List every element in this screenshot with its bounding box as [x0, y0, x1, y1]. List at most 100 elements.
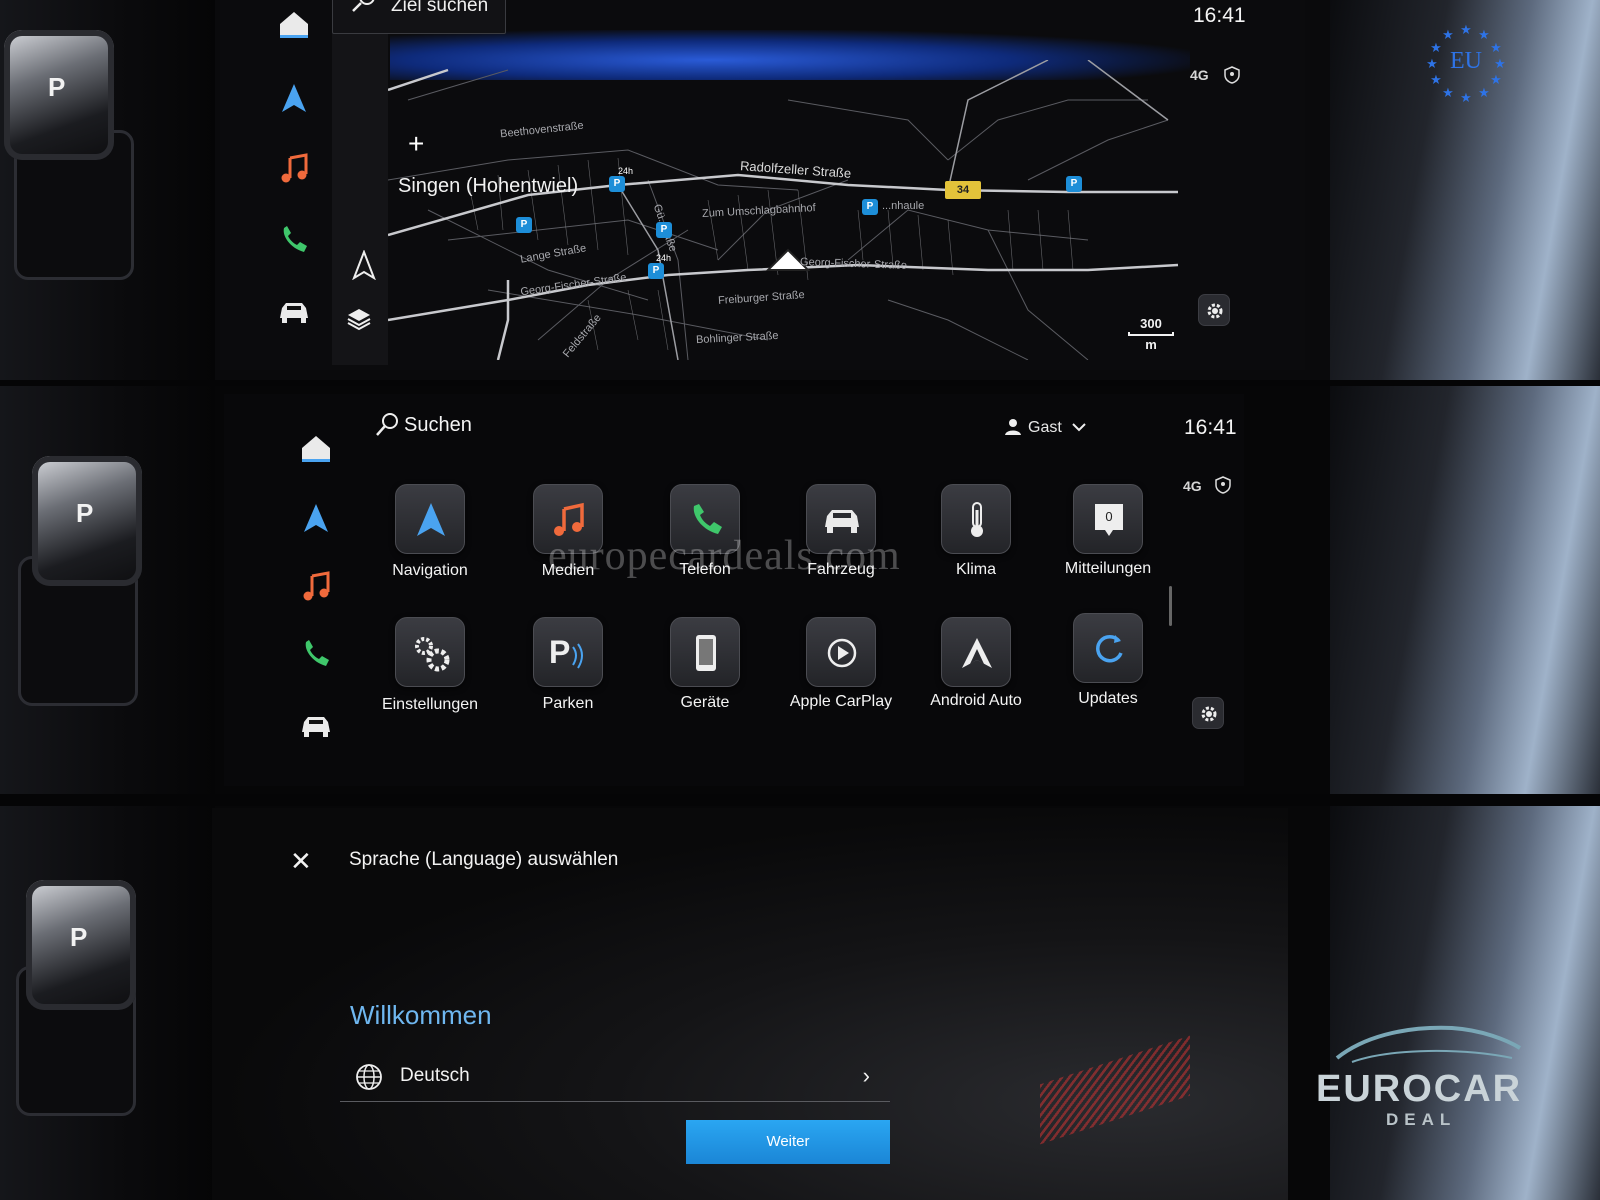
car-icon[interactable] [276, 294, 312, 330]
parking-icon[interactable]: P [609, 176, 625, 192]
gear-selector: P [32, 456, 142, 586]
privacy-shield-icon [1224, 66, 1240, 84]
parking-icon[interactable]: P [1066, 176, 1082, 192]
svg-text:★: ★ [1460, 91, 1472, 106]
app-notifications[interactable]: 0 [1073, 484, 1143, 554]
search-icon [352, 0, 375, 12]
app-parking[interactable]: P [533, 617, 603, 687]
app-label: Parken [542, 695, 594, 712]
app-devices[interactable] [670, 617, 740, 687]
parking-icon[interactable]: P [862, 199, 878, 215]
road-number-badge: 34 [945, 181, 981, 199]
home-settings-button[interactable] [1192, 697, 1224, 729]
android-auto-icon [962, 638, 992, 668]
search-icon [376, 413, 398, 436]
scroll-indicator[interactable] [1169, 586, 1172, 626]
app-navigation[interactable] [395, 484, 465, 554]
scale-value: 300 [1140, 316, 1162, 331]
destination-search-label: Ziel suchen [391, 0, 489, 16]
app-search-field[interactable]: Suchen [374, 412, 472, 440]
app-label: Einstellungen [381, 696, 479, 713]
svg-text:★: ★ [1430, 73, 1442, 88]
smartphone-icon [696, 635, 716, 671]
gears-icon [415, 637, 450, 672]
parking-icon[interactable]: P [656, 222, 672, 238]
chevron-right-icon: › [862, 1063, 870, 1088]
user-profile-selector[interactable]: Gast [1004, 418, 1086, 441]
home-screen [224, 394, 1244, 786]
svg-text:★: ★ [1478, 86, 1490, 101]
parking-hours-label: 24h [656, 253, 672, 263]
next-button[interactable]: Weiter [686, 1120, 890, 1164]
app-label: Android Auto [930, 692, 1022, 709]
app-apple-carplay[interactable] [806, 617, 876, 687]
parking-hours-label: 24h [618, 166, 634, 176]
app-label: Updates [1078, 690, 1138, 707]
recenter-arrow-icon[interactable] [352, 250, 376, 280]
phone-icon[interactable] [276, 222, 312, 258]
app-label: Apple CarPlay [789, 693, 893, 710]
eu-badge: ★ ★ ★ ★ ★ ★ ★ ★ ★ ★ ★ ★ EU [1424, 22, 1508, 106]
app-climate[interactable] [941, 484, 1011, 554]
user-name: Gast [1028, 419, 1062, 436]
navigation-icon[interactable] [276, 80, 312, 116]
gear-position-label: P [70, 922, 88, 952]
notification-count: 0 [1105, 509, 1113, 524]
network-indicator: 4G [1190, 67, 1209, 83]
app-label: Navigation [392, 562, 468, 579]
media-icon[interactable] [276, 150, 312, 186]
zoom-in-button[interactable]: + [408, 128, 424, 160]
clock: 16:41 [1184, 416, 1237, 439]
chevron-down-icon [1072, 423, 1086, 432]
park-assist-icon: P [549, 634, 583, 670]
street-label: ...nhaule [882, 200, 925, 212]
clock: 16:41 [1193, 4, 1246, 27]
map-layers-icon[interactable] [346, 306, 372, 332]
globe-icon [356, 1064, 382, 1090]
carplay-icon [827, 638, 857, 668]
gear-position-label: P [48, 72, 66, 102]
car-icon[interactable] [298, 708, 334, 744]
app-label: Klima [955, 561, 996, 578]
gear-selector: P [26, 880, 136, 1010]
navigation-icon [417, 503, 445, 536]
gear-icon [1201, 706, 1217, 722]
gear-selector: P [4, 30, 114, 160]
language-option[interactable]: Deutsch › [340, 1054, 890, 1102]
svg-text:★: ★ [1460, 23, 1472, 38]
svg-text:★: ★ [1442, 28, 1454, 43]
parking-icon[interactable]: P [516, 217, 532, 233]
phone-icon[interactable] [298, 636, 334, 672]
svg-text:★: ★ [1478, 28, 1490, 43]
city-label: Singen (Hohentwiel) [398, 175, 579, 197]
app-updates[interactable] [1073, 613, 1143, 683]
map-settings-button[interactable] [1198, 294, 1230, 326]
parking-icon[interactable]: P [648, 263, 664, 279]
home-icon[interactable] [298, 430, 334, 466]
svg-text:★: ★ [1490, 73, 1502, 88]
network-indicator: 4G [1183, 478, 1202, 494]
media-icon[interactable] [298, 568, 334, 604]
app-android-auto[interactable] [941, 617, 1011, 687]
language-dialog-title: Sprache (Language) auswählen [349, 849, 619, 870]
app-settings[interactable] [395, 617, 465, 687]
gear-icon [1207, 303, 1223, 319]
watermark: europecardeals.com [548, 533, 901, 579]
svg-text:★: ★ [1442, 86, 1454, 101]
map-scale: 300 m [1126, 316, 1176, 352]
car-silhouette-icon [1335, 1025, 1522, 1063]
logo-subline: DEAL [1386, 1110, 1457, 1129]
privacy-shield-icon [1215, 476, 1231, 494]
logo-wordmark: EUROCAR [1316, 1068, 1523, 1110]
user-icon [1005, 419, 1021, 435]
close-button[interactable]: ✕ [290, 846, 312, 877]
eu-label: EU [1450, 48, 1482, 74]
svg-text:P: P [549, 634, 570, 670]
thermometer-icon [971, 502, 983, 537]
navigation-icon[interactable] [298, 500, 334, 536]
home-screen-photo: P [0, 386, 1600, 794]
home-icon[interactable] [276, 6, 312, 42]
app-search-label: Suchen [404, 414, 472, 436]
app-label: Mitteilungen [1064, 560, 1152, 577]
destination-search-field[interactable]: Ziel suchen [332, 0, 506, 34]
